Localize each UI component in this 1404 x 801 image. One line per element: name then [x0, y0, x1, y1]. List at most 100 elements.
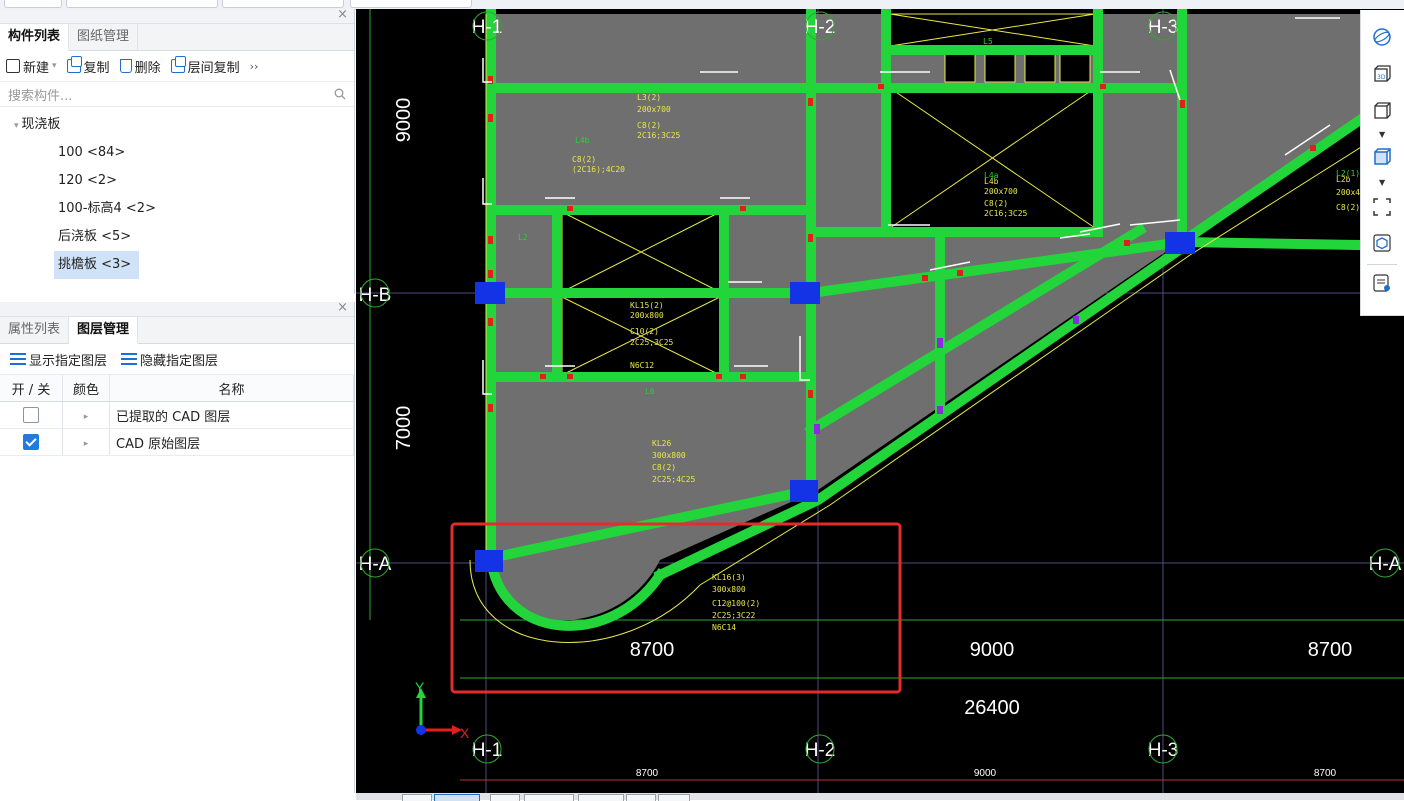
svg-text:Y: Y	[415, 679, 425, 695]
tree-item[interactable]: 100-标高4 <2>	[0, 195, 354, 223]
svg-text:KL16(3): KL16(3)	[712, 573, 746, 582]
tree-item[interactable]: 120 <2>	[0, 167, 354, 195]
tree-item[interactable]: 100 <84>	[0, 139, 354, 167]
svg-text:N6C12: N6C12	[630, 361, 654, 370]
svg-text:L3(2): L3(2)	[637, 93, 661, 102]
hide-layer-button[interactable]: 隐藏指定图层	[121, 350, 218, 369]
top-tab[interactable]	[222, 0, 344, 8]
tab-component-list[interactable]: 构件列表	[0, 24, 70, 51]
tab-layer-management[interactable]: 图层管理	[69, 317, 139, 344]
toolbar-divider	[1367, 264, 1397, 265]
new-button[interactable]: 新建 ▾	[6, 57, 57, 76]
top-tab[interactable]	[350, 0, 472, 8]
cad-viewport[interactable]: L3(2) 200x700 C8(2) 2C16;3C25 C8(2) (2C16);…	[356, 9, 1404, 793]
copy-icon	[170, 56, 186, 73]
copy-label: 复制	[83, 60, 110, 76]
bottom-status-strip	[356, 793, 1404, 801]
more-tools-button[interactable]: ››	[250, 60, 259, 73]
top-tab[interactable]	[4, 0, 62, 8]
floor-copy-button[interactable]: 层间复制	[170, 56, 240, 76]
svg-text:200x800: 200x800	[630, 311, 664, 320]
cad-drawing[interactable]: L3(2)200x700 C8(2)2C16;3C25 C8(2)(2C16);…	[356, 9, 1404, 793]
layer-checkbox[interactable]	[23, 407, 39, 423]
layer-row[interactable]: ▸ 已提取的 CAD 图层	[0, 401, 354, 429]
tree-item-selected[interactable]: 挑檐板 <3>	[0, 251, 354, 279]
copy-button[interactable]: 复制	[66, 56, 110, 76]
svg-text:C8(2): C8(2)	[637, 121, 661, 130]
component-tree: ▾ 现浇板 100 <84> 120 <2> 100-标高4 <2> 后浇板 <…	[0, 107, 354, 279]
box-icon[interactable]	[1373, 234, 1391, 252]
dim-bottom-3: 8700	[1308, 639, 1353, 661]
search-icon[interactable]	[334, 88, 346, 100]
hide-layer-label: 隐藏指定图层	[140, 353, 219, 369]
layer-buttons: 显示指定图层 隐藏指定图层	[0, 344, 354, 375]
col-toggle: 开 / 关	[0, 375, 63, 402]
svg-text:C12@100(2): C12@100(2)	[712, 599, 760, 608]
svg-text:C8(2): C8(2)	[652, 463, 676, 472]
dim-small-1: 8700	[636, 768, 659, 779]
dropdown-icon[interactable]: ▼	[1379, 130, 1385, 139]
svg-text:C8(2): C8(2)	[572, 155, 596, 164]
svg-text:(2C16);4C20: (2C16);4C20	[572, 165, 625, 174]
layer-table: 开 / 关 颜色 名称 ▸ 已提取的 CAD 图层 ▸ CAD 原始图层	[0, 375, 354, 456]
svg-text:3D: 3D	[1377, 74, 1386, 81]
tree-root[interactable]: ▾ 现浇板	[0, 111, 354, 139]
close-icon[interactable]: ×	[337, 7, 348, 22]
tree-item-label: 100 <84>	[58, 145, 126, 160]
view-toolbar: 3D ▼ ▼	[1360, 10, 1404, 316]
layer-panel: × 属性列表 图层管理 显示指定图层 隐藏指定图层 开 / 关 颜色 名称 ▸ …	[0, 300, 355, 793]
layer-row[interactable]: ▸ CAD 原始图层	[0, 428, 354, 456]
close-icon[interactable]: ×	[337, 300, 348, 315]
tree-item[interactable]: 后浇板 <5>	[0, 223, 354, 251]
dim-bottom-2: 9000	[970, 639, 1015, 661]
dim-small-2: 9000	[974, 768, 997, 779]
expand-icon[interactable]: ▸	[84, 412, 89, 422]
tab-drawing-management[interactable]: 图纸管理	[69, 24, 139, 50]
tree-item-label: 120 <2>	[58, 173, 118, 188]
new-icon	[6, 59, 20, 73]
dropdown-icon[interactable]: ▼	[1379, 178, 1385, 187]
show-layer-button[interactable]: 显示指定图层	[10, 350, 107, 369]
layer-name: 已提取的 CAD 图层	[109, 401, 354, 429]
frame-icon[interactable]	[1373, 198, 1391, 216]
tab-property-list[interactable]: 属性列表	[0, 317, 70, 343]
svg-text:L4b: L4b	[575, 136, 590, 145]
svg-text:300x800: 300x800	[712, 585, 746, 594]
cube-icon[interactable]	[1373, 102, 1391, 120]
layer-checkbox-checked[interactable]	[23, 434, 39, 450]
dropdown-icon[interactable]: ▾	[52, 61, 57, 71]
svg-text:C8(2): C8(2)	[1336, 203, 1360, 212]
svg-text:2C16;3C25: 2C16;3C25	[637, 131, 681, 140]
panel-title-bar: ×	[0, 300, 354, 317]
expand-icon[interactable]: ▸	[84, 439, 89, 449]
svg-text:L4a: L4a	[984, 171, 999, 180]
search-input[interactable]: 搜索构件...	[0, 82, 354, 107]
svg-text:N6C14: N6C14	[712, 623, 736, 632]
ucs-axis-icon: Y X	[415, 679, 470, 741]
dim-left-1: 9000	[393, 98, 415, 143]
floor-copy-label: 层间复制	[187, 60, 240, 76]
delete-button[interactable]: 删除	[119, 57, 161, 76]
layer-list-icon[interactable]	[1373, 274, 1391, 292]
svg-text:C8(2): C8(2)	[984, 199, 1008, 208]
dim-bottom-1: 8700	[630, 639, 675, 661]
svg-text:KL15(2): KL15(2)	[630, 301, 664, 310]
col-name: 名称	[109, 375, 354, 402]
solid-cube-icon[interactable]	[1373, 148, 1391, 166]
orbit-icon[interactable]	[1373, 28, 1391, 46]
component-toolbar: 新建 ▾ 复制 删除 层间复制 ››	[0, 51, 354, 82]
tree-item-label: 100-标高4 <2>	[58, 201, 156, 216]
svg-text:2C16;3C25: 2C16;3C25	[984, 209, 1028, 218]
tree-item-label: 挑檐板 <3>	[54, 251, 140, 279]
svg-text:2C25;4C25: 2C25;4C25	[652, 475, 696, 484]
tree-root-label: 现浇板	[21, 117, 61, 132]
svg-text:X: X	[460, 725, 470, 741]
svg-text:L5: L5	[983, 37, 993, 46]
component-tabs: 构件列表 图纸管理	[0, 24, 354, 51]
layer-tabs: 属性列表 图层管理	[0, 317, 354, 344]
3d-view-icon[interactable]: 3D	[1373, 65, 1391, 83]
svg-text:L2: L2	[518, 233, 528, 242]
top-tab[interactable]	[66, 0, 218, 8]
copy-icon	[66, 56, 82, 73]
svg-text:KL26: KL26	[652, 439, 671, 448]
